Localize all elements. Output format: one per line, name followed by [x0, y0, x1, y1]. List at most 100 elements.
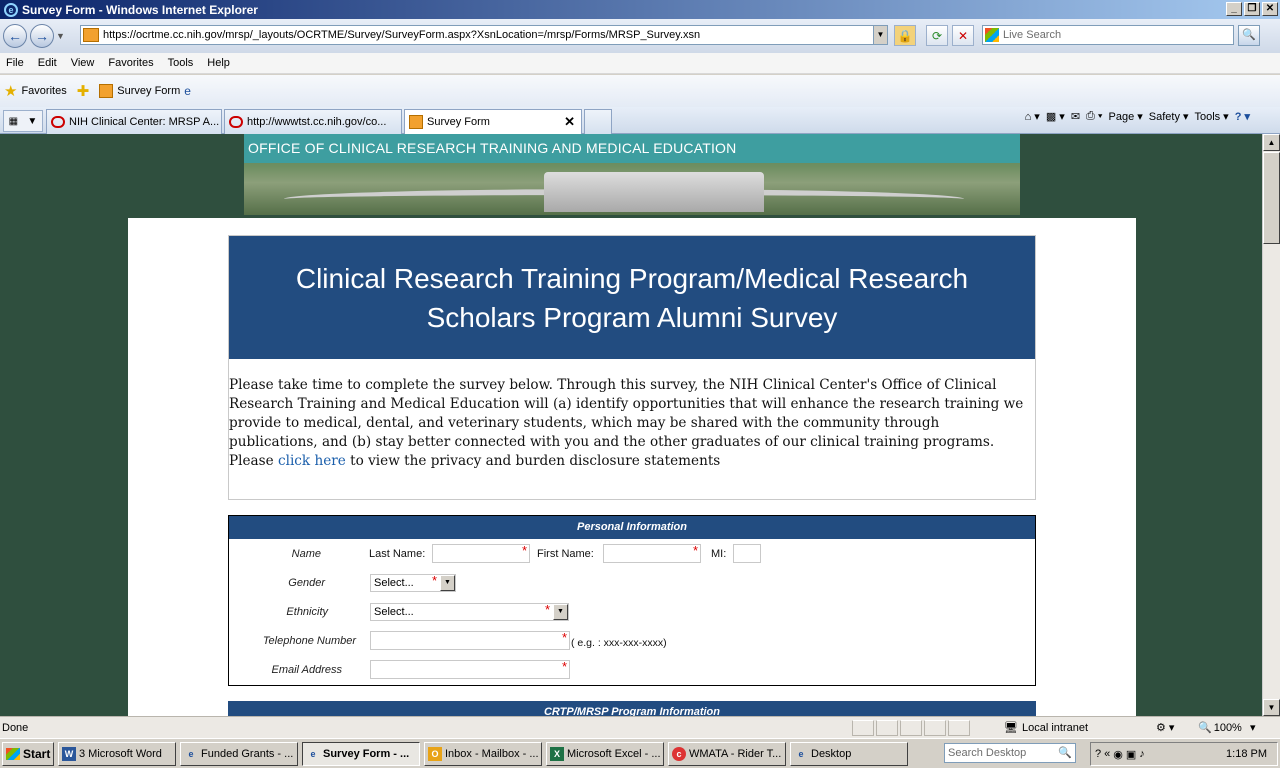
add-favorite-button[interactable]: ✚: [77, 82, 90, 100]
safety-menu-label: Safety: [1148, 110, 1180, 123]
zoom-value: 100%: [1213, 721, 1242, 734]
search-go-icon[interactable]: 🔍: [1238, 25, 1260, 46]
protected-mode-icon[interactable]: ⚙ ▾: [1156, 721, 1174, 734]
middle-initial-field[interactable]: [733, 544, 761, 563]
tab-list-dropdown-icon[interactable]: ▼: [27, 116, 37, 127]
last-name-label: Last Name:: [369, 548, 426, 560]
security-zone[interactable]: 🖥 Local intranet: [1000, 721, 1089, 735]
lock-icon[interactable]: 🔒: [894, 25, 916, 46]
ie-icon: e: [188, 748, 194, 759]
address-bar[interactable]: https://ocrtme.cc.nih.gov/mrsp/_layouts/…: [80, 25, 888, 45]
personal-info-heading: Personal Information: [229, 516, 1035, 539]
volume-tray-icon[interactable]: ♪: [1139, 748, 1145, 760]
search-desktop-icon[interactable]: 🔍: [1058, 744, 1072, 762]
windows-logo-icon: [6, 747, 20, 760]
new-tab-button[interactable]: [584, 109, 612, 134]
task-desktop[interactable]: e Desktop: [790, 741, 908, 766]
menu-view[interactable]: View: [71, 57, 95, 69]
favorite-link-survey-form[interactable]: Survey Form e: [99, 84, 191, 98]
telephone-row: Telephone Number * ( e.g. : xxx-xxx-xxxx…: [229, 630, 1035, 651]
history-dropdown-icon[interactable]: ▼: [56, 31, 68, 41]
chrome-icon: c: [672, 746, 686, 761]
help-icon[interactable]: ? ▾: [1235, 110, 1250, 123]
outlook-tray-icon[interactable]: ◉: [1113, 748, 1123, 761]
menu-edit[interactable]: Edit: [38, 57, 57, 69]
sharepoint-icon: [99, 84, 114, 98]
close-tab-icon[interactable]: ✕: [564, 114, 575, 130]
feeds-icon[interactable]: ▩ ▾: [1046, 110, 1065, 123]
scroll-down-icon[interactable]: ▼: [1263, 699, 1280, 716]
menu-favorites[interactable]: Favorites: [108, 57, 153, 69]
ethnicity-dropdown-icon[interactable]: ▼: [553, 604, 568, 620]
task-survey-form[interactable]: e Survey Form - ...: [302, 741, 420, 766]
last-name-field[interactable]: *: [432, 543, 530, 563]
tab-nih-mrsp[interactable]: NIH Clinical Center: MRSP A...: [46, 109, 222, 134]
help-tray-icon[interactable]: ?: [1095, 748, 1101, 760]
vertical-scrollbar[interactable]: ▲ ▼: [1262, 134, 1280, 716]
banner-title: OFFICE OF CLINICAL RESEARCH TRAINING AND…: [244, 134, 1020, 163]
gender-select[interactable]: Select... * ▼: [370, 573, 456, 592]
ethnicity-select[interactable]: Select... * ▼: [370, 602, 569, 621]
email-field[interactable]: *: [370, 659, 570, 679]
status-bar: Done 🖥 Local intranet ⚙ ▾ 🔍 100% ▾: [0, 716, 1280, 738]
print-icon[interactable]: ⎙ ▾: [1086, 110, 1102, 123]
zoom-dropdown-icon[interactable]: ▾: [1244, 721, 1256, 734]
quick-tabs-button[interactable]: ▦ ▼: [3, 110, 43, 132]
favorites-button[interactable]: ★ Favorites: [4, 82, 67, 100]
required-mark: *: [431, 573, 437, 588]
first-name-field[interactable]: *: [603, 543, 701, 563]
privacy-link[interactable]: click here: [278, 453, 346, 469]
name-row: Name Last Name: * First Name: * MI:: [229, 543, 1035, 564]
menu-tools[interactable]: Tools: [168, 57, 194, 69]
mi-label: MI:: [711, 548, 727, 560]
start-button[interactable]: Start: [2, 741, 54, 766]
status-text: Done: [2, 721, 29, 734]
restore-button[interactable]: ❐: [1244, 2, 1260, 16]
zoom-control[interactable]: 🔍 100% ▾: [1198, 721, 1256, 735]
survey-page: Clinical Research Training Program/Medic…: [128, 218, 1136, 716]
search-desktop-input[interactable]: Search Desktop 🔍: [944, 743, 1076, 763]
intro-tail: to view the privacy and burden disclosur…: [345, 453, 721, 469]
page-menu-label: Page: [1108, 110, 1135, 123]
task-wmata[interactable]: c WMATA - Rider T...: [668, 741, 786, 766]
ie-small-icon[interactable]: e: [184, 84, 191, 98]
refresh-icon[interactable]: ⟳: [926, 25, 948, 46]
tab-wwwtst[interactable]: http://wwwtst.cc.nih.gov/co...: [224, 109, 402, 134]
page-menu[interactable]: Page ▾: [1108, 110, 1143, 124]
task-excel[interactable]: X Microsoft Excel - ...: [546, 741, 664, 766]
scroll-up-icon[interactable]: ▲: [1263, 134, 1280, 151]
zone-label: Local intranet: [1021, 721, 1089, 734]
tab-bar: ▦ ▼ NIH Clinical Center: MRSP A... http:…: [0, 107, 1280, 134]
forward-button[interactable]: →: [30, 24, 54, 48]
tab-survey-form[interactable]: Survey Form ✕: [404, 109, 582, 134]
task-word[interactable]: W 3 Microsoft Word: [58, 741, 176, 766]
mail-icon[interactable]: ✉: [1071, 110, 1080, 123]
menu-bar: File Edit View Favorites Tools Help: [0, 53, 1280, 74]
gender-dropdown-icon[interactable]: ▼: [440, 575, 455, 591]
home-icon[interactable]: ⌂ ▾: [1025, 110, 1040, 123]
safety-menu[interactable]: Safety ▾: [1148, 110, 1189, 124]
address-toolbar: ← → ▼ https://ocrtme.cc.nih.gov/mrsp/_la…: [0, 19, 1280, 53]
task-label: Desktop: [811, 747, 852, 760]
search-input[interactable]: Live Search: [982, 25, 1234, 45]
menu-file[interactable]: File: [6, 57, 24, 69]
task-outlook-inbox[interactable]: O Inbox - Mailbox - ...: [424, 741, 542, 766]
clock[interactable]: 1:18 PM: [1226, 748, 1267, 760]
close-window-button[interactable]: ✕: [1262, 2, 1278, 16]
banner-building-graphic: [544, 172, 764, 212]
task-label: Funded Grants - ...: [201, 747, 294, 760]
tray-expand-icon[interactable]: «: [1104, 748, 1110, 760]
outlook-icon: O: [428, 746, 442, 761]
status-cell: [924, 719, 946, 736]
network-tray-icon[interactable]: ▣: [1126, 748, 1136, 761]
address-dropdown-icon[interactable]: ▼: [873, 26, 887, 44]
menu-help[interactable]: Help: [207, 57, 230, 69]
nih-icon: [229, 116, 243, 128]
telephone-field[interactable]: *: [370, 630, 570, 650]
stop-icon[interactable]: ✕: [952, 25, 974, 46]
minimize-button[interactable]: _: [1226, 2, 1242, 16]
scroll-thumb[interactable]: [1263, 152, 1280, 244]
back-button[interactable]: ←: [3, 24, 27, 48]
task-funded-grants[interactable]: e Funded Grants - ...: [180, 741, 298, 766]
tools-menu[interactable]: Tools ▾: [1194, 110, 1228, 124]
